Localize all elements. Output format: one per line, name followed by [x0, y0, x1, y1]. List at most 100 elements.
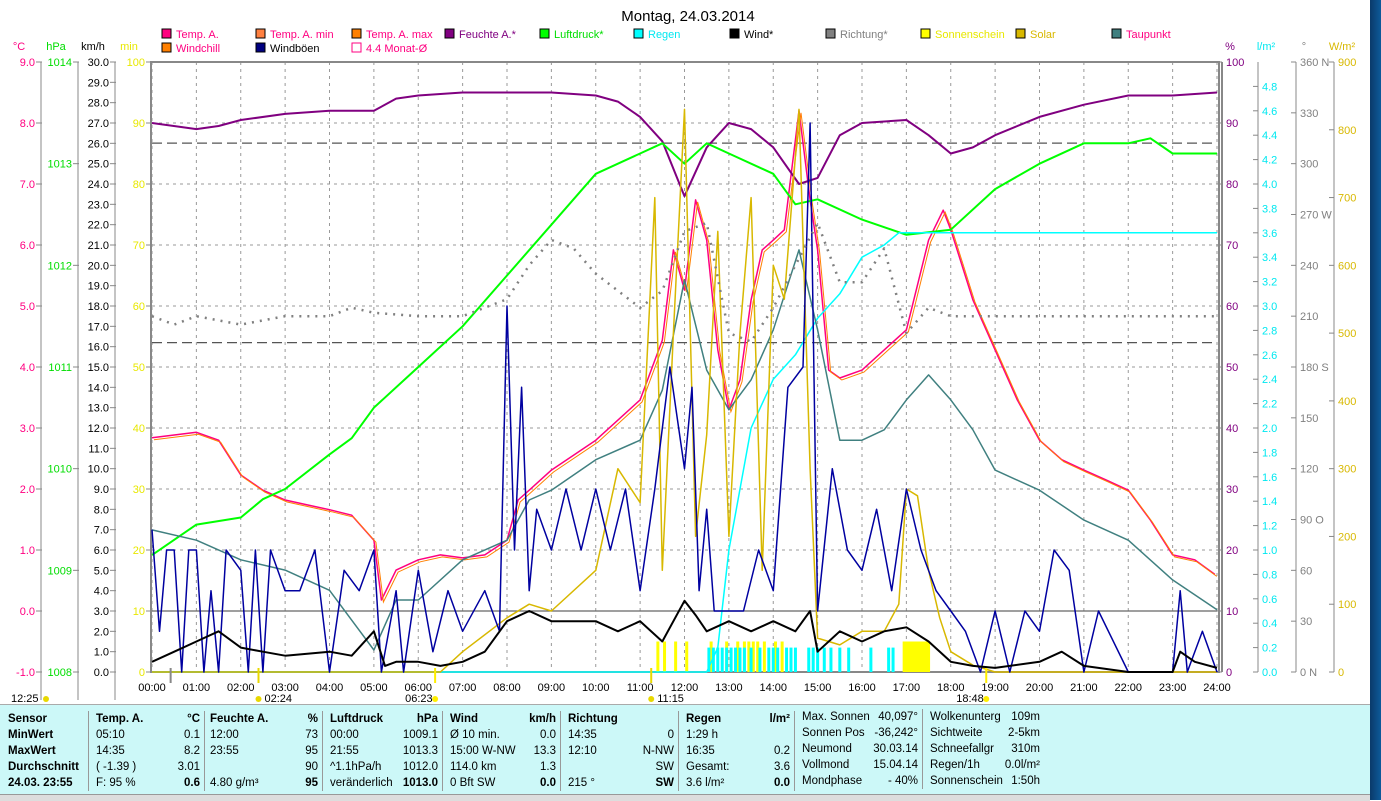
astro-time-label: 02:24: [265, 693, 293, 704]
temp-tick-label: 2.0: [20, 484, 35, 496]
stats-row: 00:00 1009.1: [326, 727, 442, 743]
legend-label: Windböen: [270, 43, 320, 55]
stats-row: 14:35 8.2: [92, 743, 204, 759]
info-row: Regen/1h 0.0l/m²: [926, 757, 1044, 773]
wind-tick-label: 20.0: [88, 260, 109, 272]
temp-tick-label: 6.0: [20, 240, 35, 252]
rain-bar: [742, 647, 746, 672]
dir-tick-label: 270 W: [1300, 210, 1332, 222]
legend-label: Temp. A.: [176, 29, 219, 41]
dir-tick-label: 210: [1300, 311, 1318, 323]
sunshine-bar: [663, 641, 667, 672]
stat-value: SW: [655, 777, 674, 789]
info-label: Vollmond: [802, 759, 850, 771]
column-title: Feuchte A.: [210, 713, 269, 725]
sunshine-bar: [762, 641, 766, 672]
info-label: Mondphase: [802, 775, 863, 787]
x-tick-label: 10:00: [582, 682, 610, 694]
legend-label: Richtung*: [840, 29, 888, 41]
legend-label: Solar: [1030, 29, 1056, 41]
stat-value: 1013.3: [402, 745, 438, 757]
rain-bar: [807, 647, 811, 672]
x-tick-label: 23:00: [1159, 682, 1187, 694]
wind-tick-label: 14.0: [88, 382, 109, 394]
sun-moon-icon: [255, 696, 262, 702]
rain-bar: [771, 647, 775, 672]
x-tick-label: 07:00: [449, 682, 477, 694]
sunshine-bar: [780, 641, 784, 672]
x-tick-label: 09:00: [538, 682, 566, 694]
rain-tick-label: 3.8: [1262, 203, 1277, 215]
rain-tick-label: 3.2: [1262, 277, 1277, 289]
info-row: Sichtweite 2-5km: [926, 725, 1044, 741]
wind-axis-unit: km/h: [81, 41, 105, 53]
window-edge: [1370, 0, 1381, 800]
wind-tick-label: 10.0: [88, 464, 109, 476]
legend-label: Feuchte A.*: [459, 29, 517, 41]
legend-swatch: [1015, 28, 1026, 39]
rain-tick-label: 0.0: [1262, 667, 1277, 679]
min-axis-unit: min: [120, 41, 138, 53]
legend-label: Regen: [648, 29, 680, 41]
legend-label: Windchill: [176, 43, 220, 55]
rain-tick-label: 0.4: [1262, 618, 1277, 630]
stat-time: 12:00: [210, 729, 239, 741]
info-label: Sichtweite: [930, 727, 983, 739]
legend-swatch: [351, 28, 362, 39]
rain-tick-label: 2.2: [1262, 399, 1277, 411]
column-header: Feuchte A.%: [206, 711, 322, 727]
wind-tick-label: 17.0: [88, 321, 109, 333]
sun-moon-icon: [648, 696, 655, 702]
stat-value: SW: [655, 761, 674, 773]
hum-tick-label: 0: [1226, 667, 1232, 679]
stat-time: Gesamt:: [686, 761, 730, 773]
rain-bar: [758, 647, 762, 672]
wind-tick-label: 9.0: [94, 484, 109, 496]
sun-moon-icon: [43, 696, 49, 702]
stats-row: 23:55 95: [206, 743, 322, 759]
stat-value: 1.3: [540, 761, 556, 773]
info-row: Sonnen Pos -36,242°: [798, 725, 922, 741]
stats-row: 14:35 0: [564, 727, 678, 743]
wind-tick-label: 18.0: [88, 301, 109, 313]
stats-row: SW: [564, 759, 678, 775]
info-label: Regen/1h: [930, 759, 980, 771]
legend-swatch: [161, 42, 172, 53]
rain-bar: [869, 647, 873, 672]
legend-swatch: [729, 28, 740, 39]
legend-label: Wind*: [744, 29, 774, 41]
stat-value: 3.01: [177, 761, 200, 773]
wind-tick-label: 26.0: [88, 138, 109, 150]
column-unit: hPa: [416, 713, 438, 725]
min-tick-label: 50: [133, 362, 145, 374]
column-title: Regen: [686, 713, 722, 725]
stat-time: ( -1.39 ): [96, 761, 137, 773]
rain-tick-label: 2.6: [1262, 350, 1277, 362]
regen-line: [152, 232, 1217, 673]
rain-tick-label: 2.0: [1262, 423, 1277, 435]
info-label: Wolkenunterg: [930, 711, 1001, 723]
rain-bar: [847, 647, 851, 672]
dir-tick-label: 30: [1300, 616, 1312, 628]
legend-swatch: [351, 42, 362, 53]
rain-tick-label: 0.8: [1262, 569, 1277, 581]
rain-stats-column: Regen l/m² 1:29 h 16:35 0.2 Gesamt: 3.6 3.6 l/m…: [682, 711, 795, 791]
temp-tick-label: 1.0: [20, 545, 35, 557]
wind-tick-label: 13.0: [88, 403, 109, 415]
legend-label: 4.4 Monat-Ø: [366, 43, 428, 55]
rain-tick-label: 0.6: [1262, 594, 1277, 606]
hum-tick-label: 70: [1226, 240, 1238, 252]
x-tick-label: 02:00: [227, 682, 255, 694]
stat-value: 0.2: [774, 745, 790, 757]
legend: Temp. A. Temp. A. min Temp. A. max Feuchte …: [161, 28, 1171, 55]
stat-time: 14:35: [96, 745, 125, 757]
wind-tick-label: 1.0: [94, 647, 109, 659]
sensor-header: Sensor: [8, 713, 47, 725]
wind-tick-label: 30.0: [88, 57, 109, 69]
info-value: 109m: [1011, 711, 1040, 723]
min-tick-label: 100: [127, 57, 145, 69]
column-title: Wind: [450, 713, 478, 725]
stats-row: 21:55 1013.3: [326, 743, 442, 759]
rain-bar: [749, 647, 753, 672]
temp-tick-label: -1.0: [16, 667, 35, 679]
